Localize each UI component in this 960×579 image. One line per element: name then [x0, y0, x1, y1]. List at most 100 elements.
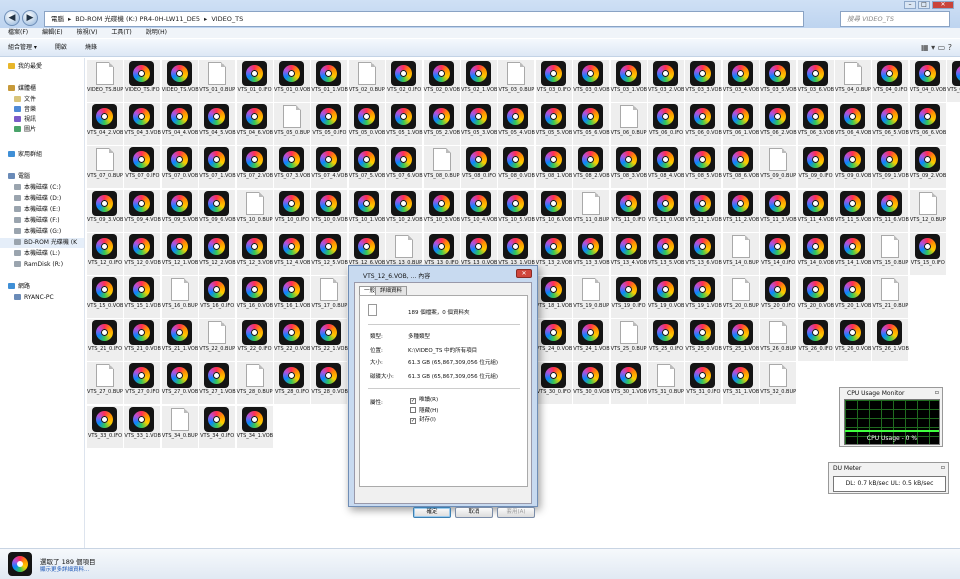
file-item[interactable]: VTS_16_1.VOB [274, 276, 310, 318]
file-item[interactable]: VTS_25_0.IFO [648, 319, 684, 362]
file-item[interactable]: VTS_27_1.VOB [199, 362, 236, 405]
search-input[interactable]: 搜尋 VIDEO_TS [840, 11, 950, 27]
file-item[interactable]: VTS_21_0.IFO [87, 319, 123, 362]
file-item[interactable]: VTS_09_0.BUP [760, 146, 797, 189]
file-item[interactable]: VTS_04_2.VOB [87, 103, 123, 146]
nav-drive-item[interactable]: RamDisk (R:) [0, 260, 63, 270]
file-item[interactable]: VTS_28_0.BUP [236, 362, 273, 405]
breadcrumb-item[interactable]: VIDEO_TS [211, 15, 243, 23]
file-item[interactable]: VTS_10_5.VOB [498, 189, 535, 232]
file-item[interactable]: VTS_24_1.VOB [573, 319, 610, 362]
file-item[interactable]: VTS_08_5.VOB [685, 146, 722, 189]
file-item[interactable]: VTS_09_6.VOB [199, 189, 236, 232]
menu-item[interactable]: 檔案(F) [8, 29, 28, 36]
file-item[interactable]: VTS_05_0.BUP [274, 103, 310, 146]
file-item[interactable]: VTS_10_0.VOB [311, 189, 348, 232]
ok-button[interactable]: 確定 [413, 507, 451, 518]
nav-library-item[interactable]: 音樂 [0, 105, 36, 115]
nav-drive-item[interactable]: 本機磁碟 (L:) [0, 249, 60, 259]
file-item[interactable]: VTS_34_1.VOB [236, 405, 273, 448]
file-item[interactable]: VTS_33_1.VOB [124, 405, 161, 448]
file-item[interactable]: VTS_09_0.IFO [797, 146, 834, 189]
file-item[interactable]: VTS_26_0.IFO [797, 319, 834, 362]
file-item[interactable]: VTS_08_6.VOB [722, 146, 759, 189]
file-item[interactable]: VTS_04_0.VOB [909, 60, 946, 102]
file-item[interactable]: VTS_16_0.VOB [236, 276, 273, 318]
file-item[interactable]: VTS_07_3.VOB [274, 146, 310, 189]
file-item[interactable]: VTS_16_0.BUP [161, 276, 198, 318]
file-item[interactable]: VTS_13_3.VOB [573, 232, 610, 275]
file-item[interactable]: VTS_10_6.VOB [535, 189, 572, 232]
close-button[interactable]: ✕ [932, 1, 954, 9]
file-item[interactable]: VTS_11_5.VOB [835, 189, 871, 232]
file-item[interactable]: VTS_03_5.VOB [760, 60, 797, 102]
file-item[interactable]: VTS_27_0.BUP [87, 362, 123, 405]
menu-item[interactable]: 檢視(V) [77, 29, 98, 36]
file-item[interactable]: VTS_07_0.VOB [161, 146, 198, 189]
file-item[interactable]: VTS_04_0.IFO [872, 60, 909, 102]
file-item[interactable]: VTS_13_5.VOB [648, 232, 684, 275]
file-item[interactable]: VTS_24_0.VOB [535, 319, 572, 362]
file-item[interactable]: VTS_10_1.VOB [348, 189, 385, 232]
file-item[interactable]: VTS_01_0.VOB [274, 60, 310, 102]
file-item[interactable]: VTS_11_0.BUP [573, 189, 610, 232]
file-item[interactable]: VTS_05_3.VOB [461, 103, 497, 146]
file-item[interactable]: VTS_06_6.VOB [909, 103, 946, 146]
file-item[interactable]: VTS_10_3.VOB [423, 189, 460, 232]
file-item[interactable]: VTS_11_0.IFO [610, 189, 647, 232]
checkbox-box[interactable]: ✓ [410, 418, 416, 424]
file-item[interactable]: VTS_04_6.VOB [236, 103, 273, 146]
close-icon[interactable]: ▫ [941, 464, 945, 471]
file-item[interactable]: VTS_09_4.VOB [124, 189, 161, 232]
file-item[interactable]: VTS_08_0.VOB [498, 146, 535, 189]
address-bar[interactable]: 電腦 ▸ BD-ROM 光碟機 (K:) PR4-0H-LW11_DE5 ▸ VIDEO… [44, 11, 804, 27]
file-item[interactable]: VTS_06_2.VOB [760, 103, 797, 146]
file-item[interactable]: VTS_11_2.VOB [722, 189, 759, 232]
file-item[interactable]: VTS_03_2.VOB [648, 60, 684, 102]
file-item[interactable]: VTS_07_0.BUP [87, 146, 123, 189]
file-item[interactable]: VTS_09_3.VOB [87, 189, 123, 232]
file-item[interactable]: VTS_07_2.VOB [236, 146, 273, 189]
file-item[interactable]: VTS_21_1.VOB [161, 319, 198, 362]
show-details-link[interactable]: 顯示更多詳細資料... [40, 565, 89, 573]
file-item[interactable]: VIDEO_TS.IFO [124, 60, 161, 102]
file-item[interactable]: VTS_31_0.IFO [685, 362, 722, 405]
file-item[interactable]: VTS_32_0.BUP [760, 362, 797, 405]
file-item[interactable]: VTS_04_4.VOB [161, 103, 198, 146]
file-item[interactable]: VTS_15_1.VOB [124, 276, 161, 318]
file-item[interactable]: VTS_13_2.VOB [535, 232, 572, 275]
file-item[interactable]: VTS_22_0.IFO [236, 319, 273, 362]
file-item[interactable]: VTS_09_0.VOB [835, 146, 871, 189]
file-item[interactable]: VTS_25_0.VOB [685, 319, 722, 362]
file-item[interactable]: VTS_26_0.VOB [835, 319, 871, 362]
nav-library-item[interactable]: 圖片 [0, 125, 36, 135]
file-item[interactable]: VTS_01_0.BUP [199, 60, 236, 102]
attribute-checkbox[interactable]: ✓ 唯讀(R) [410, 397, 438, 404]
file-item[interactable]: VTS_20_1.VOB [835, 276, 871, 318]
file-item[interactable]: VTS_06_1.VOB [722, 103, 759, 146]
file-item[interactable]: VTS_12_3.VOB [236, 232, 273, 275]
file-item[interactable]: VTS_05_2.VOB [423, 103, 460, 146]
file-item[interactable]: VTS_22_1.VOB [311, 319, 348, 362]
file-item[interactable]: VTS_08_1.VOB [535, 146, 572, 189]
file-item[interactable]: VTS_15_0.IFO [909, 232, 946, 275]
file-item[interactable]: VTS_12_0.IFO [87, 232, 123, 275]
nav-computer[interactable]: 電腦 [0, 172, 30, 182]
forward-button[interactable]: ▶ [22, 10, 38, 26]
file-item[interactable]: VTS_06_5.VOB [872, 103, 909, 146]
file-item[interactable]: VTS_14_0.VOB [797, 232, 834, 275]
file-item[interactable]: VTS_17_0.BUP [311, 276, 348, 318]
file-item[interactable]: VTS_14_0.BUP [722, 232, 759, 275]
file-item[interactable]: VTS_20_0.VOB [797, 276, 834, 318]
nav-drive-item[interactable]: 本機磁碟 (F:) [0, 216, 60, 226]
cancel-button[interactable]: 取消 [455, 507, 493, 518]
file-item[interactable]: VTS_31_0.BUP [648, 362, 684, 405]
dialog-close-button[interactable]: ✕ [516, 269, 532, 278]
file-item[interactable]: VTS_26_0.BUP [760, 319, 797, 362]
file-item[interactable]: VTS_02_0.VOB [423, 60, 460, 102]
file-item[interactable]: VTS_03_0.BUP [498, 60, 535, 102]
file-item[interactable]: VTS_25_1.VOB [722, 319, 759, 362]
file-item[interactable]: VTS_28_0.IFO [274, 362, 310, 405]
file-item[interactable]: VTS_21_0.BUP [872, 276, 909, 318]
close-icon[interactable]: ▫ [935, 389, 939, 396]
